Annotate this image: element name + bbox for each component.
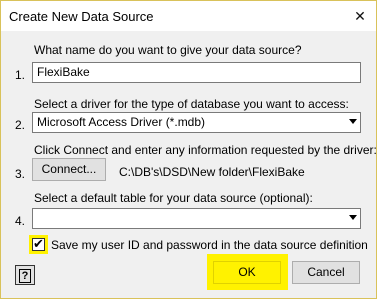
step3-number: 3. [15,167,26,181]
create-data-source-dialog: Create New Data Source ✕ What name do yo… [0,0,377,299]
step1-prompt: What name do you want to give your data … [34,43,302,57]
ok-button[interactable]: OK [213,261,281,284]
help-button[interactable]: ? [15,265,35,285]
connection-path: C:\DB's\DSD\New folder\FlexiBake [119,165,305,179]
step2-prompt: Select a driver for the type of database… [34,97,349,111]
save-credentials-label[interactable]: Save my user ID and password in the data… [51,238,368,252]
step3-prompt: Click Connect and enter any information … [34,143,377,157]
dialog-title: Create New Data Source [9,9,154,24]
driver-select-value: Microsoft Access Driver (*.mdb) [37,115,206,129]
default-table-select[interactable] [32,208,361,229]
title-bar: Create New Data Source ✕ [1,1,376,31]
close-icon[interactable]: ✕ [350,7,370,25]
step4-number: 4. [15,214,26,228]
data-source-name-input[interactable]: FlexiBake [32,62,361,83]
step4-prompt: Select a default table for your data sou… [34,191,313,205]
cancel-button[interactable]: Cancel [292,261,360,284]
help-icon: ? [19,269,31,283]
checkmark-icon: ✔ [33,236,44,251]
save-credentials-checkbox[interactable]: ✔ [32,236,45,251]
step1-number: 1. [15,68,26,82]
connect-button[interactable]: Connect... [32,158,106,181]
chevron-down-icon[interactable] [349,215,357,220]
driver-select[interactable]: Microsoft Access Driver (*.mdb) [32,112,361,133]
chevron-down-icon[interactable] [349,119,357,124]
step2-number: 2. [15,118,26,132]
